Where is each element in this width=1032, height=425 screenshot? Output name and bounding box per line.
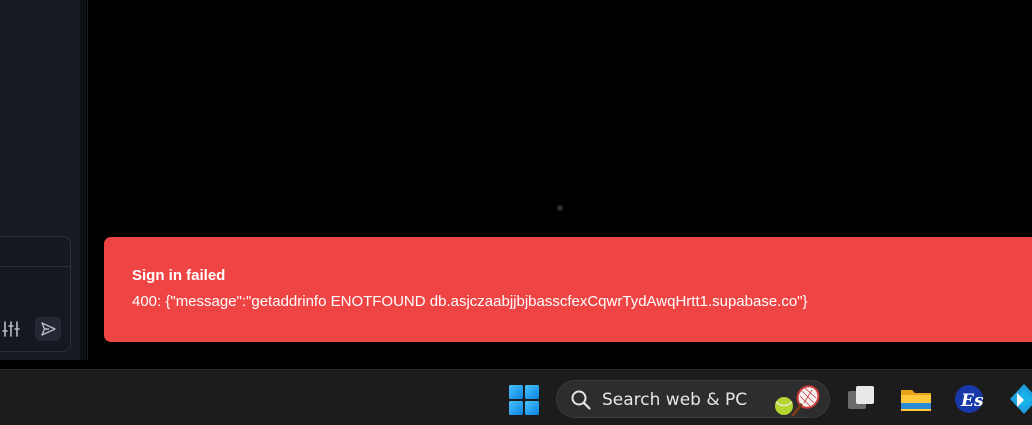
loading-indicator [557, 205, 563, 211]
search-icon [571, 390, 591, 410]
taskbar-search-box[interactable]: Search web & PC [556, 380, 830, 418]
left-sidebar-panel [0, 0, 81, 360]
send-button[interactable] [35, 317, 61, 341]
tennis-highlight-icon [775, 385, 820, 417]
windows-start-icon[interactable] [509, 385, 539, 415]
screen: Sign in failed 400: {"message":"getaddri… [0, 0, 1032, 425]
send-icon [41, 322, 56, 336]
chat-box-divider [0, 266, 70, 267]
sliders-icon[interactable] [1, 319, 21, 339]
svg-text:Es: Es [960, 391, 984, 411]
chat-toolbar [1, 317, 61, 341]
task-view-icon[interactable] [845, 383, 877, 415]
kodi-icon[interactable] [1008, 383, 1032, 415]
search-placeholder: Search web & PC [602, 390, 748, 410]
chat-input-box[interactable] [0, 236, 71, 352]
toast-title: Sign in failed [132, 267, 226, 284]
toast-message: 400: {"message":"getaddrinfo ENOTFOUND d… [132, 293, 808, 310]
panel-edge [80, 0, 86, 360]
taskbar: Search web & PC Es [0, 369, 1032, 425]
es-app-icon[interactable]: Es [953, 383, 985, 415]
file-explorer-icon[interactable] [900, 383, 932, 415]
error-toast[interactable]: Sign in failed 400: {"message":"getaddri… [104, 237, 1032, 342]
